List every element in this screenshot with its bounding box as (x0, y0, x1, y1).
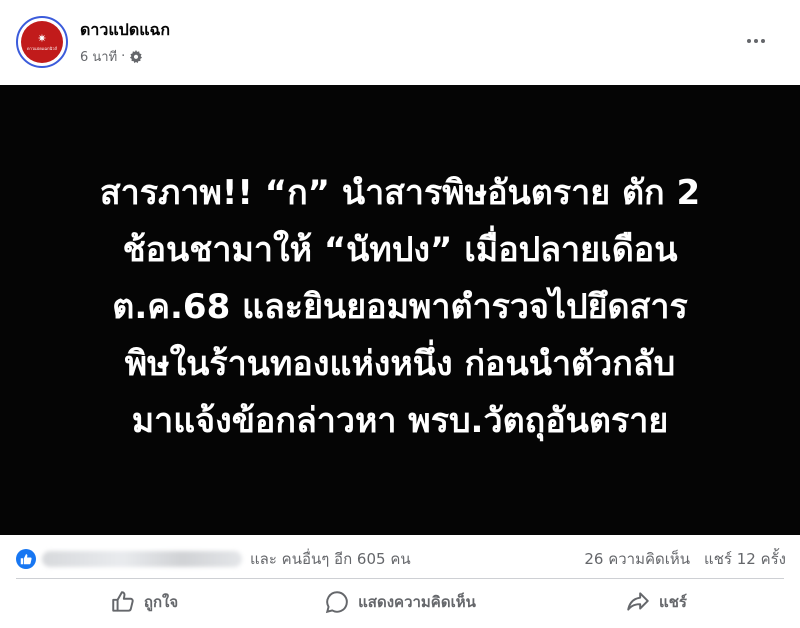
divider (16, 578, 784, 579)
thumbs-up-icon (112, 591, 134, 612)
shares-count[interactable]: แชร์ 12 ครั้ง (704, 547, 786, 571)
like-reaction-glyph (20, 554, 32, 565)
more-horizontal-icon (747, 39, 751, 43)
post-time[interactable]: 6 นาที (80, 46, 117, 67)
post-stats: และ คนอื่นๆ อีก 605 คน 26 ความคิดเห็น แช… (16, 544, 786, 574)
like-reaction-icon[interactable] (16, 549, 36, 569)
post-image-text: สารภาพ!! “ก” นำสารพิษอันตราย ตัก 2 ช้อนช… (99, 172, 701, 441)
comment-button[interactable]: แสดงความคิดเห็น (272, 583, 528, 621)
reactors-count[interactable]: และ คนอื่นๆ อีก 605 คน (250, 547, 411, 571)
gear-icon[interactable] (129, 49, 143, 64)
more-options-button[interactable] (738, 26, 774, 56)
star-icon: ✷ (37, 32, 47, 45)
share-label: แชร์ (659, 593, 687, 611)
post-meta: 6 นาที · (80, 46, 143, 67)
post-card: ✷ ดาวแปดแฉกนิวส์ ดาวแปดแฉก 6 นาที · สารภ… (0, 0, 800, 628)
page-name[interactable]: ดาวแปดแฉก (80, 18, 170, 43)
page-avatar[interactable]: ✷ ดาวแปดแฉกนิวส์ (16, 16, 68, 68)
comment-bubble-icon (326, 591, 348, 614)
engagement-counts: 26 ความคิดเห็น แชร์ 12 ครั้ง (584, 547, 786, 571)
share-button[interactable]: แชร์ (528, 583, 784, 621)
reactor-names-blurred[interactable] (42, 551, 242, 567)
meta-separator: · (121, 49, 126, 64)
more-dot (761, 39, 765, 43)
share-arrow-icon (627, 592, 649, 611)
post-image[interactable]: สารภาพ!! “ก” นำสารพิษอันตราย ตัก 2 ช้อนช… (0, 85, 800, 535)
like-button[interactable]: ถูกใจ (16, 583, 272, 621)
comment-label: แสดงความคิดเห็น (358, 593, 476, 611)
like-label: ถูกใจ (143, 593, 179, 611)
avatar-logo: ✷ ดาวแปดแฉกนิวส์ (21, 21, 63, 63)
action-bar: ถูกใจ แสดงความคิดเห็น แชร์ (16, 583, 784, 621)
avatar-text: ดาวแปดแฉกนิวส์ (27, 46, 57, 51)
more-dot (754, 39, 758, 43)
comments-count[interactable]: 26 ความคิดเห็น (584, 547, 690, 571)
